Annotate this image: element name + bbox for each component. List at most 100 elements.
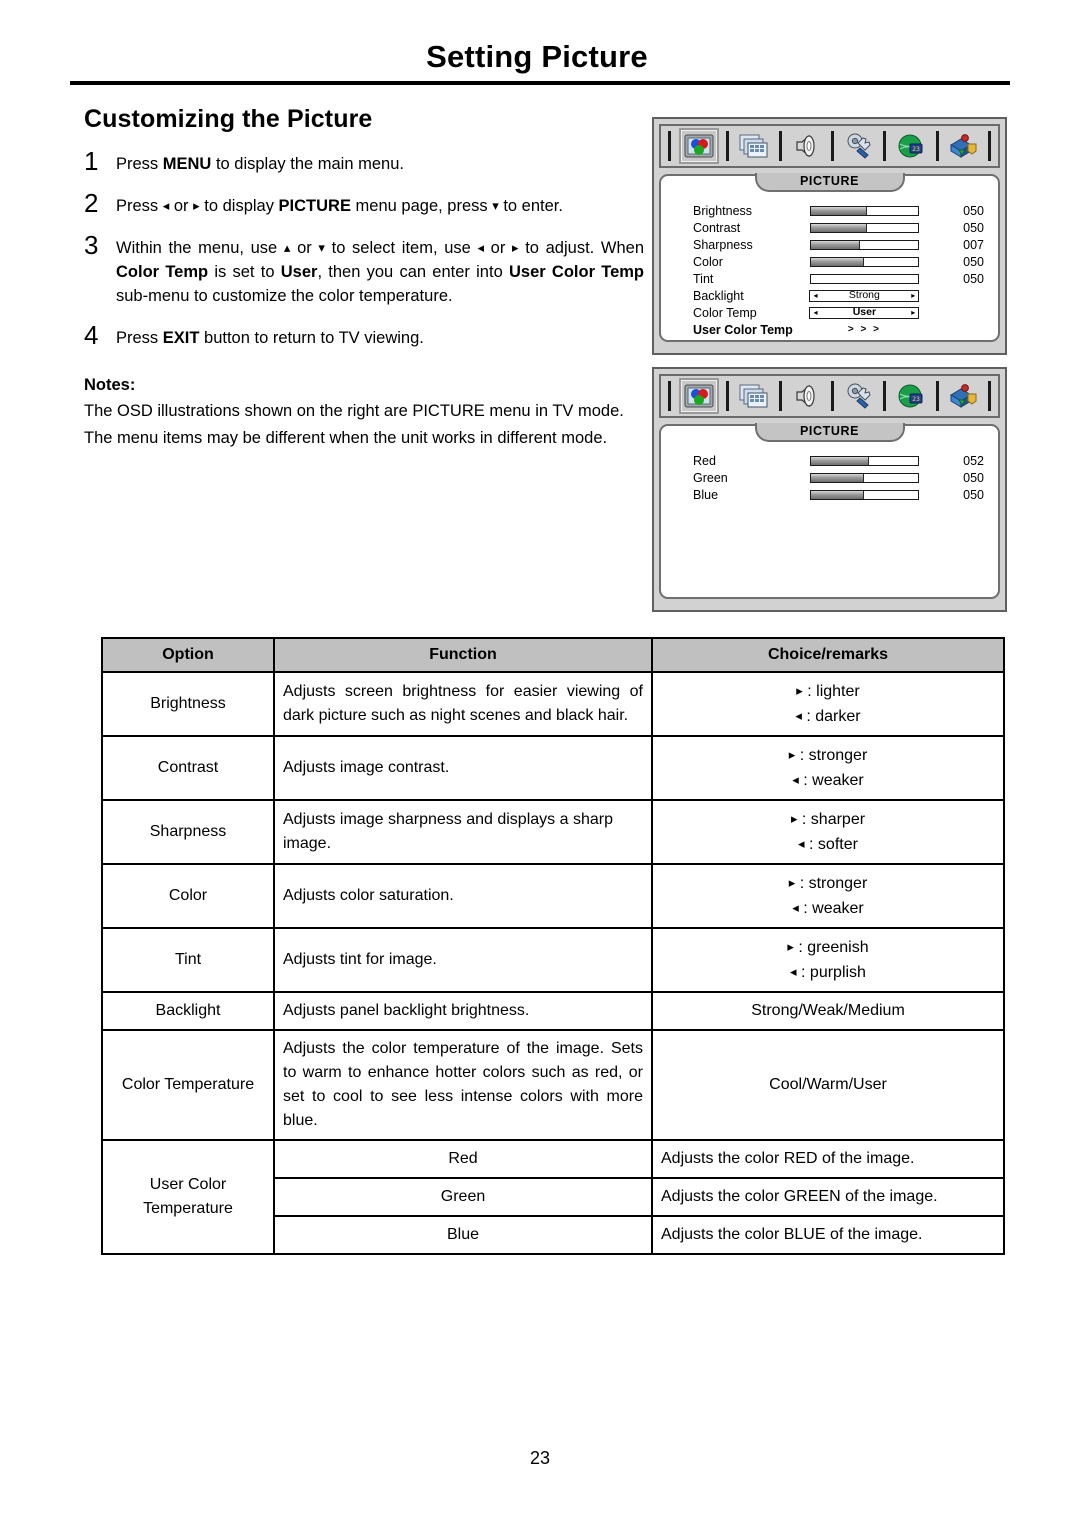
osd-slider-fill [810,473,865,482]
osd-slider[interactable] [809,489,920,500]
function-cell: Adjusts the color temperature of the ima… [273,1029,653,1141]
osd-icon-bar[interactable]: 23 [659,124,1000,168]
table-row: Sharpness Adjusts image sharpness and dis… [101,799,1005,865]
osd-icon-button[interactable] [737,381,771,411]
osd-slider[interactable] [809,239,920,250]
osd-slider[interactable] [809,222,920,233]
choice-line: Cool/Warm/User [769,1076,887,1093]
osd-icon-button[interactable] [678,128,719,164]
table-header-row: Option Function Choice/remarks [101,637,1005,673]
osd-menu-row[interactable]: Green 050 [693,469,984,486]
osd-slider-value: 052 [963,453,984,468]
osd-row-label: Color [693,254,723,269]
osd-menu-row[interactable]: Sharpness 007 [693,236,984,253]
sub-option-cell: Blue [273,1215,653,1255]
osd-submenu-indicator[interactable]: > > > [810,323,920,337]
right-arrow-icon[interactable]: ▸ [911,290,915,301]
osd-slider[interactable] [809,256,920,267]
icon-separator [830,131,834,161]
osd-slider-value: 050 [963,271,984,286]
emphasis-text: PICTURE [278,197,351,215]
osd-icon-button[interactable] [678,378,719,414]
osd-slider-value: 007 [963,237,984,252]
icon-separator [726,381,730,411]
osd-menu-row[interactable]: Contrast 050 [693,219,984,236]
osd-select-control[interactable]: ◂ User ▸ [809,306,920,319]
note-line: The menu items may be different when the… [84,429,608,447]
plain-text: sub-menu to customize the color temperat… [116,287,453,305]
choice-cell: ▸ : greenish ◂ : purplish [651,927,1005,993]
osd-menu-row[interactable]: Brightness 050 [693,202,984,219]
notes-lines: The OSD illustrations shown on the right… [84,399,644,451]
channel-icon[interactable] [737,381,771,411]
osd-icon-button[interactable] [842,131,876,161]
osd-menu-row[interactable]: Tint 050 [693,270,984,287]
osd-user-color-temp-panel: 23 PICTURE Red 052 Green 050 Blue 050 [652,367,1007,612]
osd-row-label: Contrast [693,220,741,235]
icon-separator [935,381,939,411]
osd-icon-button[interactable] [842,381,876,411]
osd-icon-bar[interactable]: 23 [659,374,1000,418]
table-row: Contrast Adjusts image contrast. ▸ : stron… [101,735,1005,801]
sound-icon[interactable] [789,381,823,411]
channel-icon[interactable] [737,131,771,161]
picture-icon[interactable] [678,378,719,414]
choice-line: ▸ : greenish [661,935,995,960]
osd-slider[interactable] [809,455,920,466]
plain-text: is set to [208,263,281,281]
osd-slider-fill [810,257,865,266]
emphasis-text: Color Temp [116,263,209,281]
picture-options-table: Option Function Choice/remarks Brightnes… [101,637,1005,1255]
choice-cell: ▸ : sharper ◂ : softer [651,799,1005,865]
steps-list: 1 Press MENU to display the main menu. 2 Pr… [84,147,644,350]
icon-separator [726,131,730,161]
osd-row-label: Red [693,453,716,468]
choice-text: : purplish [796,964,866,981]
osd-slider-fill [810,240,861,249]
osd-menu-row[interactable]: Blue 050 [693,486,984,503]
osd-icon-button[interactable]: 23 [894,131,928,161]
setup-icon[interactable] [842,381,876,411]
osd-icon-button[interactable] [946,131,980,161]
osd-row-label: Sharpness [693,237,753,252]
table-row: Backlight Adjusts panel backlight brightn… [101,991,1005,1031]
osd-icon-button[interactable] [737,131,771,161]
page-header: Setting Picture [70,38,1010,85]
osd-menu-row[interactable]: Red 052 [693,452,984,469]
parental-icon[interactable] [946,131,980,161]
plain-text: to select item, use [324,239,478,257]
picture-icon[interactable] [678,128,719,164]
osd-menu-row[interactable]: User Color Temp > > > [693,321,984,338]
osd-slider[interactable] [809,205,920,216]
choice-text: : stronger [795,747,868,764]
time-icon[interactable]: 23 [894,381,928,411]
step-number: 4 [84,320,99,350]
right-arrow-icon[interactable]: ▸ [911,307,915,318]
time-icon[interactable]: 23 [894,131,928,161]
osd-icon-button[interactable] [946,381,980,411]
osd-menu-row[interactable]: Color 050 [693,253,984,270]
sound-icon[interactable] [789,131,823,161]
osd-icon-button[interactable] [789,131,823,161]
osd-picture-menu-panel: 23 PICTURE Brightness 050 Contrast 050 Sharp… [652,117,1007,355]
osd-menu-row[interactable]: Color Temp ◂ User ▸ [693,304,984,321]
step-item: 1 Press MENU to display the main menu. [84,147,644,176]
note-line: The OSD illustrations shown on the right… [84,402,624,420]
osd-slider[interactable] [809,273,920,284]
osd-slider[interactable] [809,472,920,483]
function-cell: Adjusts the color RED of the image. [651,1139,1005,1179]
parental-icon[interactable] [946,381,980,411]
osd-slider-fill [810,223,867,232]
osd-menu-row[interactable]: Backlight ◂ Strong ▸ [693,287,984,304]
osd-rows-panel1: Brightness 050 Contrast 050 Sharpness 007 Colo… [661,196,998,338]
osd-select-value: User [852,306,877,318]
osd-icon-button[interactable] [789,381,823,411]
osd-select-control[interactable]: ◂ Strong ▸ [809,289,920,302]
osd-icon-button[interactable]: 23 [894,381,928,411]
setup-icon[interactable] [842,131,876,161]
function-cell: Adjusts tint for image. [273,927,653,993]
emphasis-text: User [280,263,318,281]
osd-row-label: User Color Temp [693,322,793,337]
plain-text: or [484,239,513,257]
osd-tab-title: PICTURE [754,423,905,442]
